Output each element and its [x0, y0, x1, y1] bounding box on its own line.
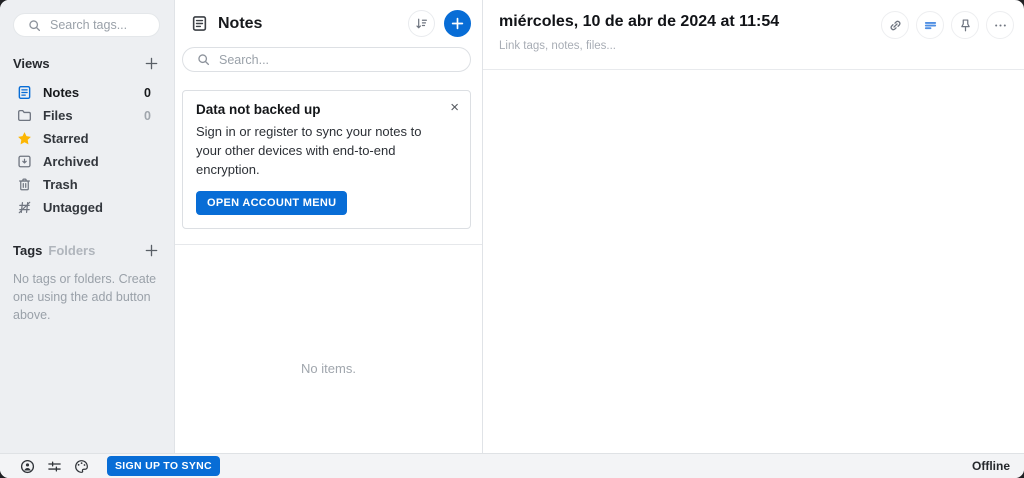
palette-icon [74, 459, 89, 474]
person-circle-icon [20, 459, 35, 474]
connection-status-label: Offline [972, 459, 1010, 473]
add-view-button[interactable] [142, 54, 160, 72]
standard-notes-window: Views Notes 0 Files 0 [0, 0, 1024, 478]
text-lines-icon [923, 18, 938, 33]
files-count-badge: 0 [144, 108, 151, 123]
plus-icon [144, 56, 159, 71]
preferences-button[interactable] [46, 458, 62, 474]
data-not-backed-up-banner: Data not backed up × Sign in or register… [182, 90, 471, 229]
search-icon [28, 19, 41, 32]
pin-icon [958, 18, 973, 33]
sidebar-item-label: Archived [43, 154, 99, 169]
star-icon [17, 131, 32, 146]
notes-count-badge: 0 [144, 85, 151, 100]
ellipsis-icon [993, 18, 1008, 33]
notes-search-input[interactable] [219, 52, 460, 67]
folders-header-label[interactable]: Folders [48, 243, 95, 258]
tags-empty-message: No tags or folders. Create one using the… [13, 272, 157, 323]
link-icon [888, 18, 903, 33]
notes-panel-header: Notes [175, 0, 482, 46]
tags-header-label[interactable]: Tags [13, 243, 42, 258]
notes-list-panel: Notes Search... Data not backed up × Sig… [175, 0, 483, 453]
notes-panel-title: Notes [218, 14, 263, 32]
status-bar: SIGN UP TO SYNC Offline [0, 453, 1024, 478]
notes-search-box[interactable] [182, 47, 471, 72]
views-section-header: Views [13, 54, 160, 72]
notes-document-icon [191, 15, 208, 32]
editor-actions [881, 11, 1014, 39]
sidebar-item-notes[interactable]: Notes 0 [13, 81, 160, 104]
desktop-background: { "colors": { "accent": "#086dd6", "star… [0, 0, 1024, 478]
sort-descending-icon [414, 16, 429, 31]
editor-header: miércoles, 10 de abr de 2024 at 11:54 Li… [483, 0, 1024, 70]
sort-options-button[interactable] [408, 10, 435, 37]
link-items-bar[interactable]: Link tags, notes, files... [499, 40, 874, 52]
views-list: Notes 0 Files 0 Starred Archived Trash U… [13, 81, 160, 219]
hash-slash-icon [17, 200, 32, 215]
sidebar-item-archived[interactable]: Archived [13, 150, 160, 173]
note-type-button[interactable] [916, 11, 944, 39]
themes-button[interactable] [73, 458, 89, 474]
tags-search-box[interactable] [13, 13, 160, 37]
sidebar-item-label: Files [43, 108, 73, 123]
tags-search-input[interactable] [50, 18, 149, 32]
create-note-button[interactable] [444, 10, 471, 37]
open-account-menu-button[interactable]: OPEN ACCOUNT MENU [196, 190, 348, 215]
folder-icon [17, 108, 32, 123]
editor-content-area[interactable] [483, 70, 1024, 453]
notes-document-icon [17, 85, 32, 100]
banner-title: Data not backed up [196, 102, 321, 117]
views-header-label: Views [13, 55, 50, 71]
account-menu-button[interactable] [19, 458, 35, 474]
note-editor-pane: miércoles, 10 de abr de 2024 at 11:54 Li… [483, 0, 1024, 453]
sidebar-item-label: Notes [43, 85, 80, 100]
archive-icon [17, 154, 32, 169]
pin-button[interactable] [951, 11, 979, 39]
sliders-icon [47, 459, 62, 474]
sidebar-item-starred[interactable]: Starred [13, 127, 160, 150]
empty-list-message: No items. [301, 360, 356, 376]
sidebar-item-label: Starred [43, 131, 89, 146]
plus-icon [450, 16, 465, 31]
plus-icon [144, 243, 159, 258]
search-icon [197, 53, 210, 66]
link-button[interactable] [881, 11, 909, 39]
sign-up-to-sync-button[interactable]: SIGN UP TO SYNC [107, 456, 220, 476]
sidebar-item-untagged[interactable]: Untagged [13, 196, 160, 219]
trash-icon [17, 177, 32, 192]
sidebar-item-files[interactable]: Files 0 [13, 104, 160, 127]
sidebar-item-trash[interactable]: Trash [13, 173, 160, 196]
sidebar-item-label: Trash [43, 177, 78, 192]
banner-body-text: Sign in or register to sync your notes t… [196, 124, 422, 177]
navigation-sidebar: Views Notes 0 Files 0 [0, 0, 175, 453]
note-title[interactable]: miércoles, 10 de abr de 2024 at 11:54 [499, 13, 874, 31]
close-icon[interactable]: × [450, 100, 459, 115]
sidebar-item-label: Untagged [43, 200, 103, 215]
tags-section-header: Tags Folders [13, 241, 160, 259]
more-options-button[interactable] [986, 11, 1014, 39]
add-tag-button[interactable] [142, 241, 160, 259]
